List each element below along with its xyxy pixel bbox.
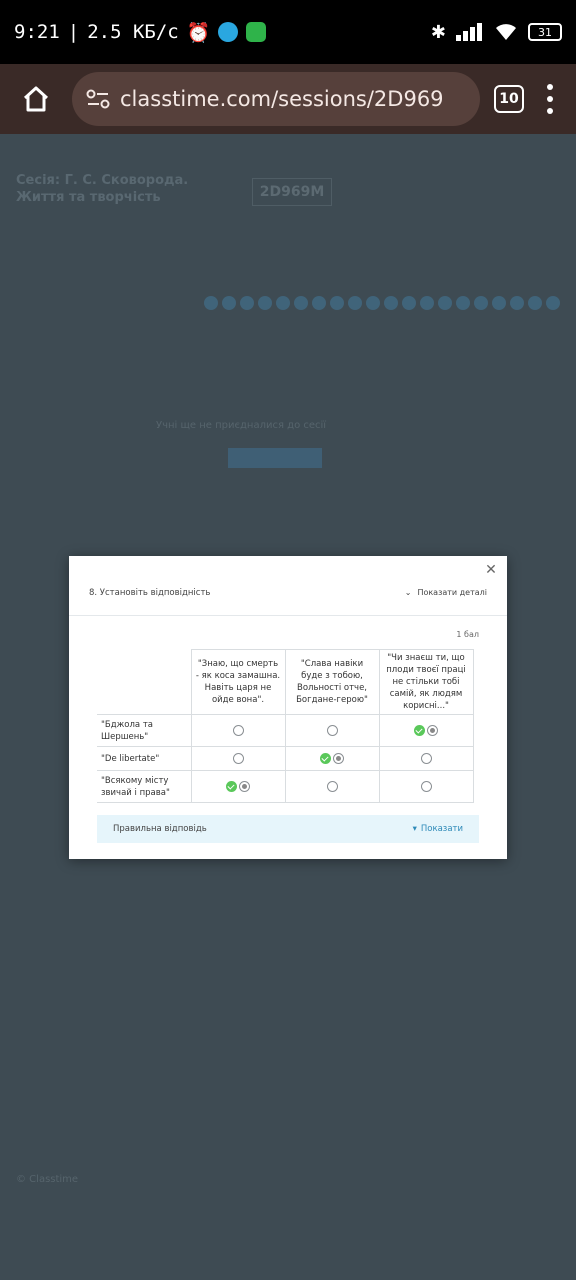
footer-text: © Classtime bbox=[16, 1174, 79, 1185]
show-answer-label: Показати bbox=[420, 824, 463, 834]
row-label: "Всякому місту звичай і права" bbox=[97, 770, 192, 803]
status-speed: 2.5 КБ/с bbox=[87, 21, 179, 43]
correct-check-icon bbox=[226, 781, 237, 792]
row-label: "De libertate" bbox=[97, 746, 192, 771]
matrix-cell bbox=[190, 770, 286, 803]
chevron-down-icon: ⌄ bbox=[404, 588, 412, 597]
radio-button[interactable] bbox=[232, 725, 244, 736]
matrix-cell bbox=[190, 746, 286, 771]
radio-button[interactable] bbox=[420, 753, 432, 764]
telegram-icon bbox=[218, 22, 239, 42]
matrix-cell bbox=[284, 746, 380, 771]
signal-icon bbox=[456, 23, 482, 41]
radio-button[interactable] bbox=[326, 781, 338, 792]
matrix-cell bbox=[378, 770, 474, 803]
matrix-corner bbox=[97, 649, 192, 715]
matrix-cell bbox=[190, 714, 286, 747]
correct-check-icon bbox=[414, 725, 425, 736]
alarm-icon: ⏰ bbox=[186, 21, 211, 44]
invite-button bbox=[228, 448, 322, 468]
close-icon[interactable]: ✕ bbox=[483, 562, 499, 578]
question-title: 8. Установіть відповідність bbox=[89, 588, 211, 598]
status-bar: 9:21 | 2.5 КБ/с ⏰ ✱ 31 bbox=[0, 0, 576, 64]
radio-button[interactable] bbox=[232, 753, 244, 764]
student-notice: Учні ще не приєдналися до сесії bbox=[156, 420, 327, 431]
session-title: Сесія: Г. С. Сковорода. Життя та творчіс… bbox=[16, 173, 189, 205]
points-label: 1 бал bbox=[456, 630, 479, 639]
radio-button-selected[interactable] bbox=[427, 725, 438, 736]
site-settings-icon bbox=[86, 89, 110, 109]
home-icon bbox=[23, 86, 49, 112]
status-time: 9:21 bbox=[14, 21, 60, 43]
address-bar[interactable]: classtime.com/sessions/2D969 bbox=[72, 72, 480, 126]
overflow-menu-button[interactable] bbox=[538, 79, 562, 119]
matrix-cell bbox=[284, 714, 380, 747]
correct-check-icon bbox=[320, 753, 331, 764]
correct-answer-label: Правильна відповідь bbox=[113, 824, 207, 834]
tab-switcher-button[interactable]: 10 bbox=[494, 85, 524, 113]
matrix-cell bbox=[378, 746, 474, 771]
radio-button[interactable] bbox=[326, 725, 338, 736]
browser-toolbar: classtime.com/sessions/2D969 10 bbox=[0, 64, 576, 134]
radio-button[interactable] bbox=[420, 781, 432, 792]
radio-button-selected[interactable] bbox=[239, 781, 250, 792]
status-separator: | bbox=[67, 21, 80, 43]
modal-header: ✕ 8. Установіть відповідність ⌄ Показати… bbox=[69, 556, 507, 616]
battery-icon: 31 bbox=[528, 23, 562, 41]
caret-down-icon: ▾ bbox=[412, 824, 417, 834]
row-label: "Бджола та Шершень" bbox=[97, 714, 192, 747]
column-header: "Знаю, що смерть - як коса замашна. Наві… bbox=[190, 649, 286, 715]
correct-answer-bar: Правильна відповідь ▾ Показати bbox=[97, 815, 479, 843]
show-answer-button[interactable]: ▾ Показати bbox=[413, 824, 463, 834]
show-details-toggle[interactable]: ⌄ Показати деталі bbox=[405, 588, 487, 597]
url-text: classtime.com/sessions/2D969 bbox=[120, 87, 444, 111]
bluetooth-icon: ✱ bbox=[430, 21, 446, 43]
matrix-cell bbox=[378, 714, 474, 747]
column-header: "Чи знаєш ти, що плоди твоєї праці не ст… bbox=[378, 649, 474, 715]
activity-icon bbox=[246, 22, 267, 42]
home-button[interactable] bbox=[14, 77, 58, 121]
question-dots bbox=[204, 296, 560, 310]
radio-button-selected[interactable] bbox=[333, 753, 344, 764]
column-header: "Слава навіки буде з тобою, Вольності от… bbox=[284, 649, 380, 715]
show-details-label: Показати деталі bbox=[417, 588, 487, 597]
matrix-cell bbox=[284, 770, 380, 803]
matching-matrix: "Знаю, що смерть - як коса замашна. Наві… bbox=[97, 649, 474, 803]
session-code: 2D969M bbox=[252, 178, 332, 206]
wifi-icon bbox=[496, 24, 516, 40]
question-modal: ✕ 8. Установіть відповідність ⌄ Показати… bbox=[69, 556, 507, 859]
